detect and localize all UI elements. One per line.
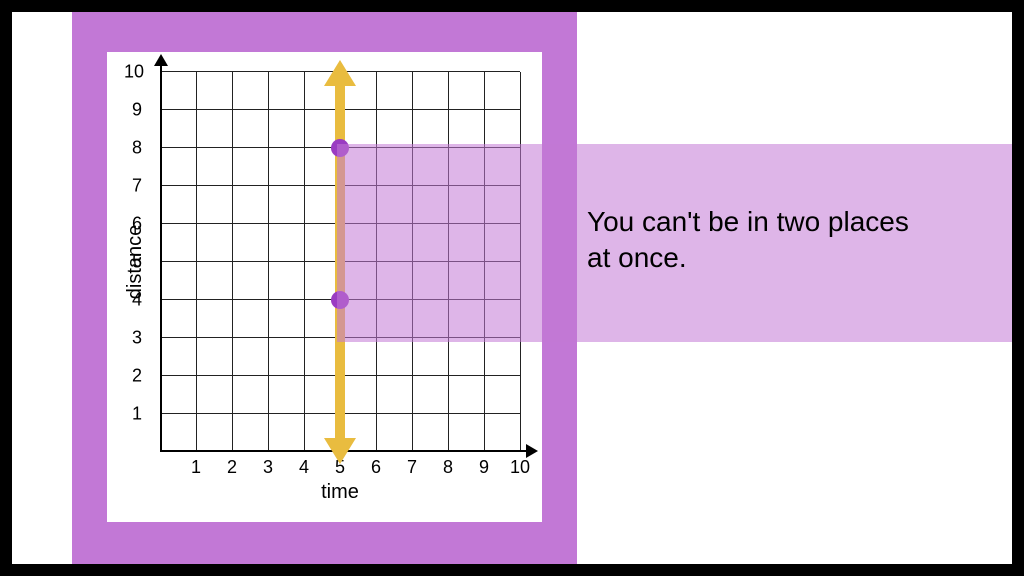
x-tick-4: 4 [299,457,309,478]
x-tick-6: 6 [371,457,381,478]
y-axis [160,62,162,452]
x-tick-8: 8 [443,457,453,478]
y-axis-arrow-icon [154,54,168,66]
x-tick-3: 3 [263,457,273,478]
y-tick-7: 7 [132,176,142,197]
line-arrow-down-icon [324,438,356,464]
x-tick-1: 1 [191,457,201,478]
y-tick-1: 1 [132,404,142,425]
line-arrow-up-icon [324,60,356,86]
y-tick-2: 2 [132,366,142,387]
x-tick-7: 7 [407,457,417,478]
x-tick-10: 10 [510,457,530,478]
x-axis-label: time [321,481,359,504]
y-tick-8: 8 [132,138,142,159]
x-axis-arrow-icon [526,444,538,458]
y-tick-3: 3 [132,328,142,349]
y-axis-label: distance [124,225,147,300]
callout-text: You can't be in two places at once. [587,204,937,277]
x-tick-2: 2 [227,457,237,478]
x-tick-9: 9 [479,457,489,478]
y-tick-9: 9 [132,100,142,121]
y-tick-10: 10 [124,62,144,83]
